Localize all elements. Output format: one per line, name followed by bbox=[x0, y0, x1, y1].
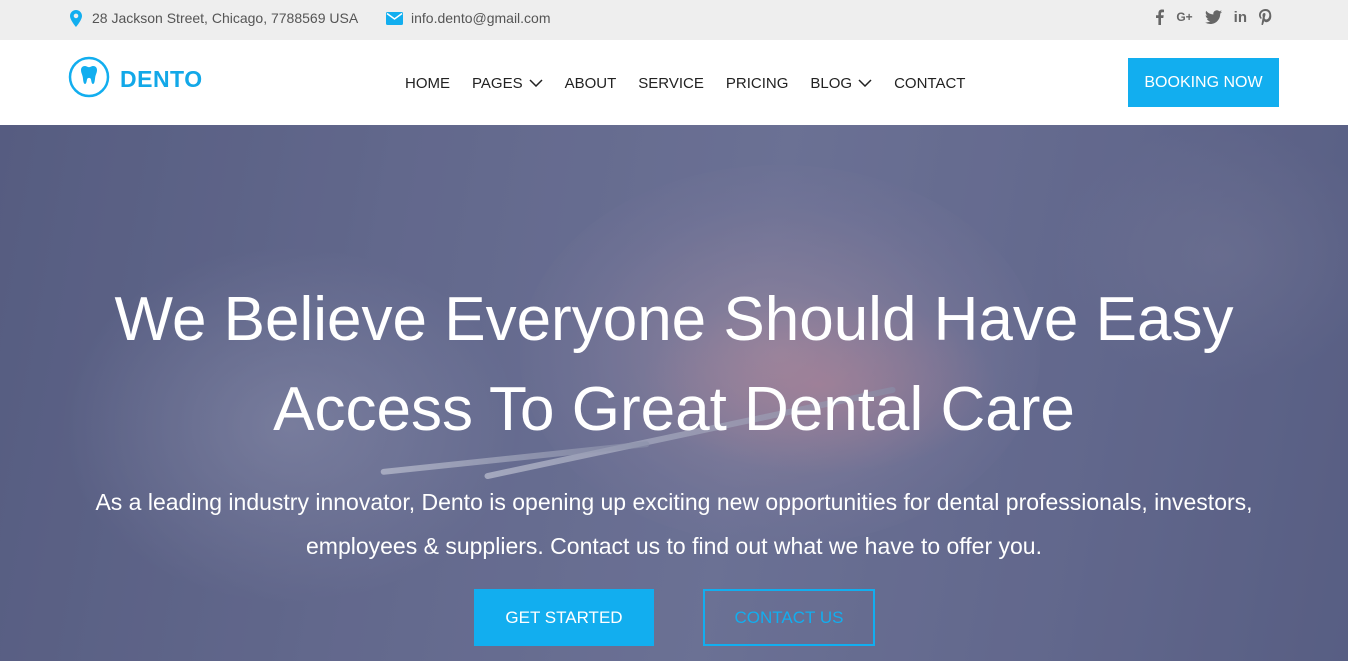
nav-label: SERVICE bbox=[638, 74, 704, 92]
nav-item-pages[interactable]: PAGES bbox=[472, 75, 543, 92]
hero-description-line-1: As a leading industry innovator, Dento i… bbox=[95, 489, 1253, 515]
get-started-button[interactable]: GET STARTED bbox=[474, 589, 654, 646]
nav-item-contact[interactable]: CONTACT bbox=[894, 75, 965, 92]
nav-item-service[interactable]: SERVICE bbox=[638, 75, 704, 92]
main-navbar: DENTO HOME PAGES ABOUT SERVICE PRICING B… bbox=[0, 40, 1348, 125]
email-item[interactable]: info.dento@gmail.com bbox=[386, 0, 551, 36]
nav-item-pricing[interactable]: PRICING bbox=[726, 75, 789, 92]
hero-description-line-2: employees & suppliers. Contact us to fin… bbox=[306, 533, 1042, 559]
nav-label: ABOUT bbox=[564, 74, 617, 92]
contact-us-button[interactable]: CONTACT US bbox=[703, 589, 875, 646]
nav-label: BLOG bbox=[810, 74, 853, 92]
address-text: 28 Jackson Street, Chicago, 7788569 USA bbox=[92, 10, 359, 26]
nav-item-blog[interactable]: BLOG bbox=[810, 75, 872, 92]
hero-title: We Believe Everyone Should Have Easy Acc… bbox=[0, 275, 1348, 455]
facebook-icon[interactable] bbox=[1155, 8, 1165, 26]
map-pin-icon bbox=[70, 9, 92, 27]
chevron-down-icon bbox=[529, 79, 543, 87]
booking-now-button[interactable]: BOOKING NOW bbox=[1128, 58, 1279, 107]
nav-label: CONTACT bbox=[894, 74, 966, 92]
top-info-bar: 28 Jackson Street, Chicago, 7788569 USA … bbox=[0, 0, 1348, 40]
nav-item-about[interactable]: ABOUT bbox=[565, 75, 617, 92]
nav-item-home[interactable]: HOME bbox=[405, 75, 450, 92]
nav-label: HOME bbox=[405, 74, 450, 92]
google-plus-icon[interactable]: G+ bbox=[1176, 8, 1192, 26]
hero-section: We Believe Everyone Should Have Easy Acc… bbox=[0, 125, 1348, 661]
hero-description: As a leading industry innovator, Dento i… bbox=[80, 480, 1268, 568]
nav-label: PAGES bbox=[472, 74, 523, 92]
social-links: G+ in bbox=[1155, 8, 1272, 26]
email-link[interactable]: info.dento@gmail.com bbox=[411, 10, 551, 26]
address-item: 28 Jackson Street, Chicago, 7788569 USA bbox=[70, 0, 358, 36]
primary-menu: HOME PAGES ABOUT SERVICE PRICING BLOG CO… bbox=[405, 70, 965, 96]
hero-title-line-1: We Believe Everyone Should Have Easy bbox=[114, 285, 1234, 354]
pinterest-icon[interactable] bbox=[1259, 8, 1272, 26]
chevron-down-icon bbox=[858, 79, 872, 87]
envelope-icon bbox=[386, 11, 411, 25]
tooth-icon bbox=[68, 56, 110, 103]
linkedin-icon[interactable]: in bbox=[1234, 8, 1247, 26]
nav-label: PRICING bbox=[725, 74, 789, 92]
brand-logo[interactable]: DENTO bbox=[68, 56, 203, 103]
brand-name: DENTO bbox=[120, 66, 203, 92]
hero-title-line-2: Access To Great Dental Care bbox=[273, 375, 1075, 444]
twitter-icon[interactable] bbox=[1204, 8, 1222, 26]
